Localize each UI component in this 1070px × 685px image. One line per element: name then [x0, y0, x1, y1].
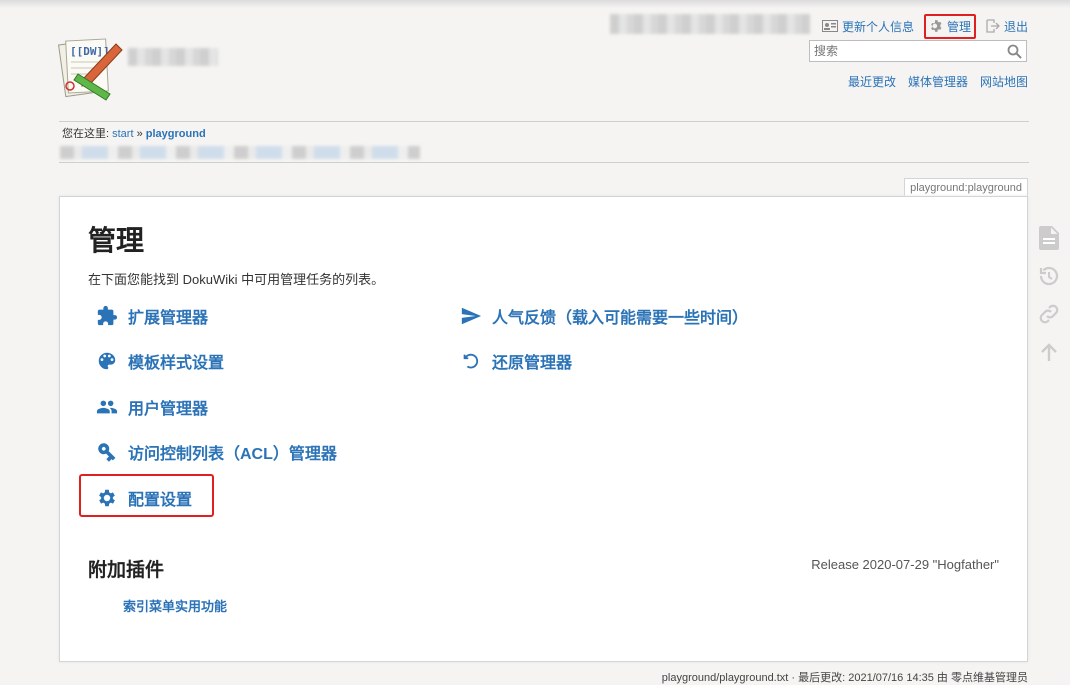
- page-id-tag: playground:playground: [904, 178, 1028, 196]
- admin-label: 管理: [946, 19, 971, 34]
- logout-icon: [986, 19, 1000, 33]
- send-icon: [460, 305, 482, 327]
- trace-redacted: [60, 146, 420, 159]
- user-manager-label: 用户管理器: [128, 401, 209, 418]
- sitemap-link[interactable]: 网站地图: [980, 73, 1028, 90]
- gear-icon: [931, 20, 942, 32]
- breadcrumb-start[interactable]: start: [112, 128, 133, 140]
- document-icon: [1039, 226, 1059, 250]
- key-icon: [96, 441, 118, 463]
- page-tools: [1037, 226, 1061, 378]
- acl-manager-link[interactable]: 访问控制列表（ACL）管理器: [96, 440, 337, 464]
- user-tools: 更新个人信息 管理 退出: [812, 13, 1028, 39]
- breadcrumb-current[interactable]: playground: [146, 128, 206, 140]
- popularity-feedback-link[interactable]: 人气反馈（载入可能需要一些时间）: [460, 304, 748, 328]
- intro-text: 在下面您能找到 DokuWiki 中可用管理任务的列表。: [88, 272, 385, 287]
- back-to-top-button[interactable]: [1037, 340, 1061, 364]
- link-icon: [1039, 304, 1059, 324]
- admin-link[interactable]: 管理: [923, 13, 976, 39]
- user-manager-link[interactable]: 用户管理器: [96, 395, 208, 419]
- dokuwiki-logo[interactable]: [[DW]]: [58, 34, 126, 102]
- revert-manager-link[interactable]: 还原管理器: [460, 349, 572, 373]
- undo-icon: [460, 350, 482, 372]
- divider: [59, 121, 1029, 122]
- popularity-feedback-label: 人气反馈（载入可能需要一些时间）: [492, 310, 749, 327]
- breadcrumb-separator: »: [136, 128, 143, 140]
- old-revisions-button[interactable]: [1037, 264, 1061, 288]
- backlinks-button[interactable]: [1037, 302, 1061, 326]
- main-content: 管理 在下面您能找到 DokuWiki 中可用管理任务的列表。 扩展管理器 模板…: [59, 196, 1028, 662]
- search-icon[interactable]: [1007, 44, 1022, 59]
- template-style-label: 模板样式设置: [128, 355, 225, 372]
- history-icon: [1039, 266, 1059, 286]
- site-tools: 最近更改 媒体管理器 网站地图: [848, 73, 1028, 90]
- breadcrumb-prefix: 您在这里:: [62, 128, 110, 140]
- extension-manager-link[interactable]: 扩展管理器: [96, 304, 208, 328]
- users-icon: [96, 396, 118, 418]
- arrow-up-icon: [1041, 343, 1057, 361]
- highlight-box: [79, 474, 214, 517]
- profile-card-icon: [821, 20, 838, 32]
- index-menu-plugin-link[interactable]: 索引菜单实用功能: [123, 596, 227, 615]
- palette-icon: [96, 350, 118, 372]
- search-box: [809, 40, 1027, 62]
- addons-heading: 附加插件: [88, 560, 165, 581]
- update-profile-link[interactable]: 更新个人信息: [821, 18, 914, 35]
- acl-manager-label: 访问控制列表（ACL）管理器: [128, 446, 337, 463]
- site-title-redacted: [128, 48, 218, 66]
- template-style-link[interactable]: 模板样式设置: [96, 349, 224, 373]
- release-version: Release 2020-07-29 "Hogfather": [811, 557, 999, 572]
- logout-link[interactable]: 退出: [986, 18, 1028, 35]
- top-shadow: [0, 0, 1070, 8]
- search-input[interactable]: [810, 44, 1008, 58]
- breadcrumb: 您在这里: start » playground: [62, 125, 206, 141]
- extension-manager-label: 扩展管理器: [128, 310, 209, 327]
- username-redacted: [610, 14, 810, 34]
- logout-label: 退出: [1003, 19, 1028, 34]
- puzzle-icon: [96, 305, 118, 327]
- recent-changes-link[interactable]: 最近更改: [848, 73, 896, 90]
- doc-info-footer: playground/playground.txt · 最后更改: 2021/0…: [661, 672, 1028, 684]
- divider: [59, 162, 1029, 163]
- update-profile-label: 更新个人信息: [841, 19, 914, 34]
- svg-text:[[DW]]: [[DW]]: [70, 45, 110, 58]
- page-title: 管理: [88, 225, 145, 256]
- media-manager-link[interactable]: 媒体管理器: [908, 73, 968, 90]
- revert-manager-label: 还原管理器: [492, 355, 573, 372]
- page-source-button[interactable]: [1037, 226, 1061, 250]
